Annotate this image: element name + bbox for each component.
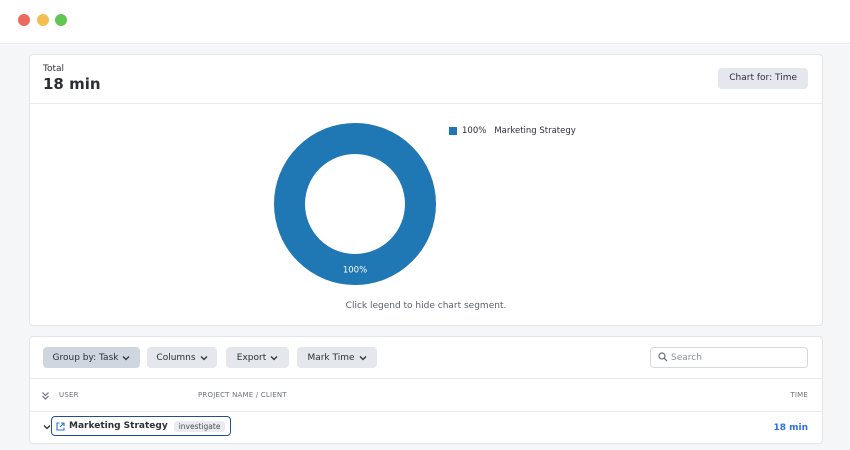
mark-time-label: Mark Time	[307, 352, 355, 363]
table-toolbar: Group by: Task Columns Export Mark Time	[30, 337, 822, 379]
search-input[interactable]	[671, 350, 801, 365]
chevron-down-icon	[359, 355, 367, 360]
window-maximize-button[interactable]	[55, 14, 67, 26]
column-header-time[interactable]: TIME	[790, 391, 808, 399]
chevron-down-icon	[270, 355, 278, 360]
chevron-down-icon[interactable]	[43, 424, 51, 430]
donut-slice-label: 100%	[343, 266, 367, 276]
columns-label: Columns	[156, 352, 196, 363]
donut-chart: 100%	[274, 123, 436, 285]
window-titlebar	[0, 0, 850, 44]
chart-header: Total 18 min Chart for: Time	[30, 55, 822, 104]
search-box[interactable]	[650, 347, 808, 368]
row-time: 18 min	[773, 423, 808, 433]
total-value: 18 min	[43, 75, 101, 93]
column-header-user[interactable]: USER	[59, 391, 79, 399]
chevron-down-icon	[123, 355, 130, 360]
window-minimize-button[interactable]	[37, 14, 49, 26]
table-header: USER PROJECT NAME / CLIENT TIME	[30, 380, 822, 412]
legend-item-marketing-strategy[interactable]: 100% Marketing Strategy	[449, 126, 576, 136]
group-by-label: Group by: Task	[52, 352, 119, 363]
double-chevron-down-icon[interactable]	[41, 391, 50, 401]
column-header-project[interactable]: PROJECT NAME / CLIENT	[198, 391, 287, 399]
task-chip[interactable]: Marketing Strategy investigate	[51, 416, 232, 436]
legend-label: Marketing Strategy	[494, 126, 576, 136]
total-label: Total	[43, 64, 65, 74]
chart-card: Total 18 min Chart for: Time 100% 100% M…	[29, 54, 823, 326]
external-link-icon[interactable]	[56, 421, 65, 431]
task-tag: investigate	[173, 420, 226, 432]
chevron-down-icon	[200, 355, 208, 360]
donut-slice-marketing-strategy[interactable]	[274, 123, 436, 285]
report-content: Total 18 min Chart for: Time 100% 100% M…	[0, 45, 850, 450]
window-close-button[interactable]	[18, 14, 30, 26]
mark-time-button[interactable]: Mark Time	[297, 347, 377, 368]
search-icon	[658, 352, 668, 362]
task-name: Marketing Strategy	[69, 421, 168, 431]
export-button[interactable]: Export	[226, 347, 289, 368]
group-by-button[interactable]: Group by: Task	[43, 347, 140, 368]
report-table-card: Group by: Task Columns Export Mark Time	[29, 336, 823, 444]
table-row[interactable]: Marketing Strategy investigate 18 min	[30, 413, 822, 444]
legend-percent: 100%	[462, 126, 487, 136]
legend-swatch	[449, 127, 457, 135]
chart-for-button[interactable]: Chart for: Time	[718, 68, 808, 89]
chart-hint: Click legend to hide chart segment.	[345, 301, 507, 311]
columns-button[interactable]: Columns	[147, 347, 217, 368]
export-label: Export	[236, 352, 267, 363]
